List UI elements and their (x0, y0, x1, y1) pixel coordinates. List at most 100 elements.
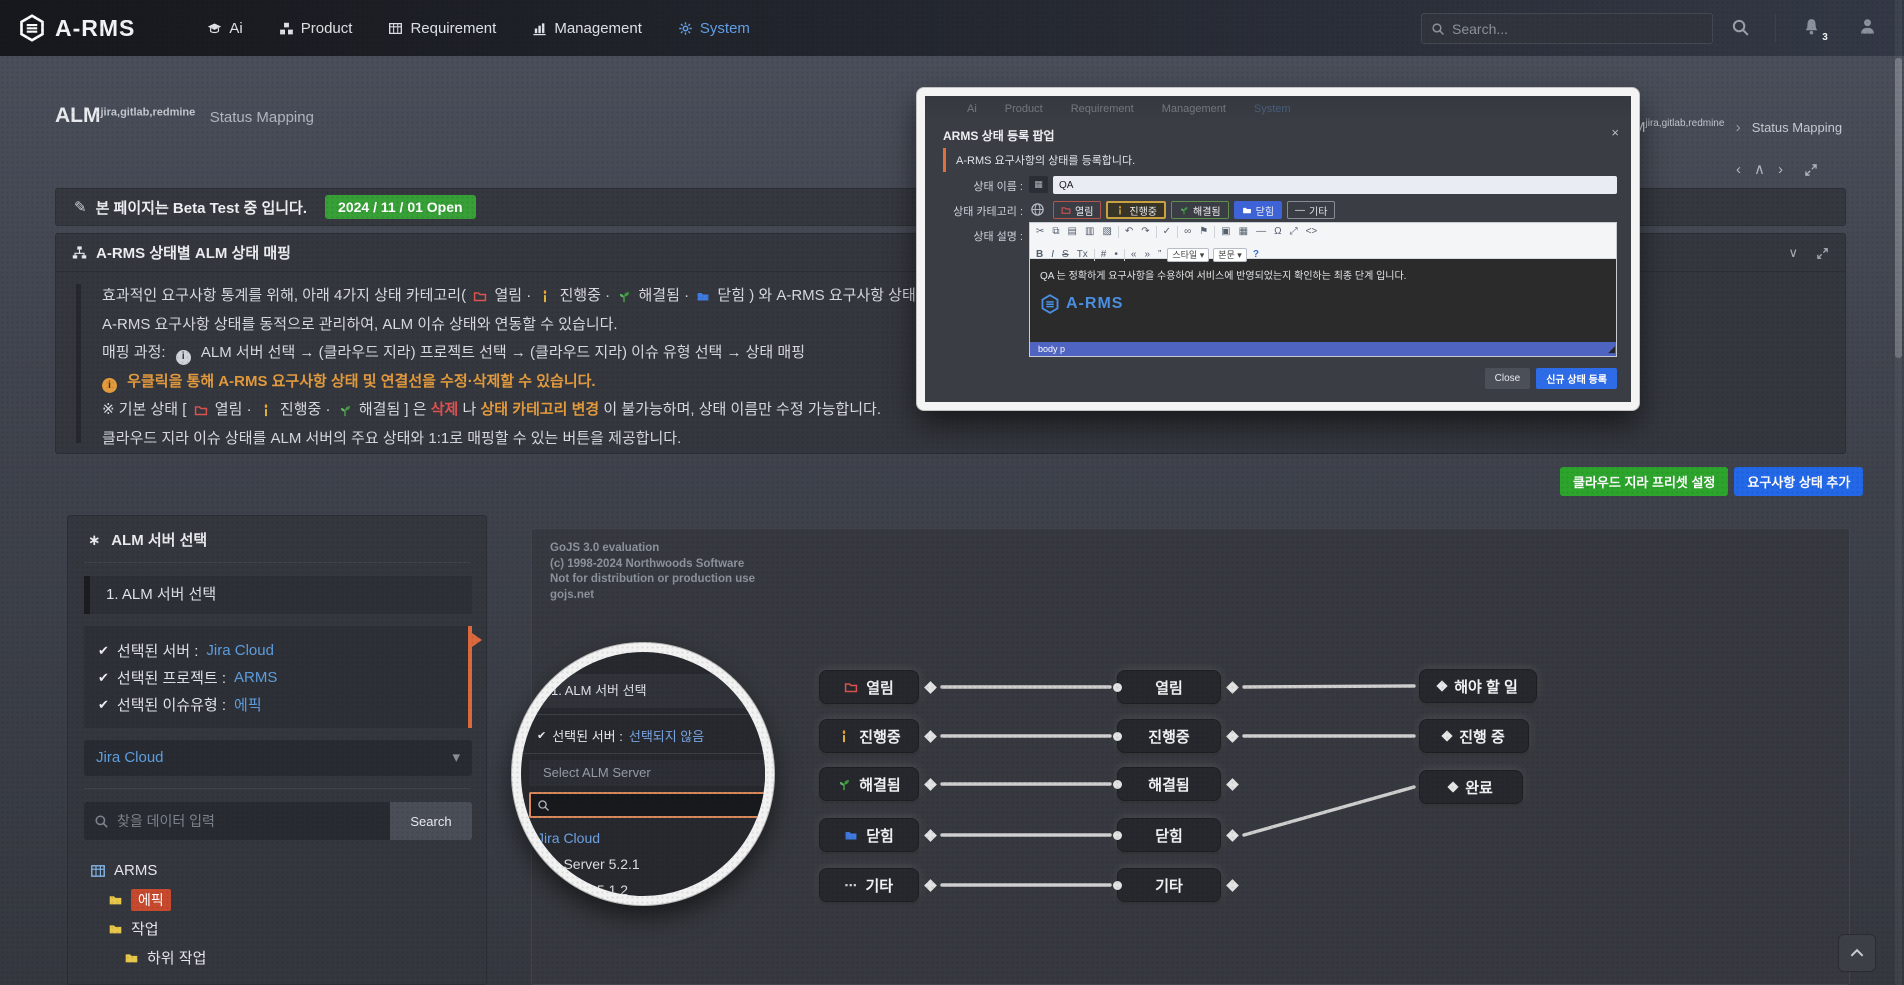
server-dropdown[interactable]: Jira Cloud ▾ (84, 740, 472, 776)
toolbar-separator (1177, 226, 1178, 238)
paste-text-icon[interactable]: ▥ (1083, 224, 1096, 239)
node-alm-etc[interactable]: ▪▪▪ 기타 (819, 868, 919, 902)
page-scrollbar[interactable] (1895, 0, 1902, 985)
node-jira-todo[interactable]: 해야 할 일 (1419, 669, 1537, 703)
image-icon[interactable]: ▣ (1219, 224, 1232, 239)
scroll-top-button[interactable] (1838, 934, 1876, 972)
option-jira-server[interactable]: Jira Server 5.2.1 (537, 856, 640, 872)
copy-icon[interactable]: ⧉ (1050, 224, 1061, 239)
spellcheck-icon[interactable]: ✓ (1161, 224, 1173, 239)
menu-item-system[interactable]: System (678, 20, 750, 37)
node-alm-open[interactable]: 열림 (819, 670, 919, 704)
port-circle[interactable] (1113, 732, 1122, 741)
chevron-down-icon: ▾ (452, 740, 460, 776)
beta-text: 본 페이지는 Beta Test 중 입니다. (96, 197, 307, 218)
brand-logo[interactable]: A-RMS (18, 14, 135, 42)
paste-word-icon[interactable]: ▧ (1100, 224, 1113, 239)
server-filter-input[interactable] (529, 792, 765, 818)
close-button[interactable]: Close (1485, 368, 1531, 389)
option-redmine[interactable]: Redmine 5.1.2 (537, 882, 628, 896)
collapse-icon[interactable]: ∧ (1754, 160, 1765, 178)
editor-toolbar: ✂ ⧉ ▤ ▥ ▧ ↶ ↷ ✓ ∞ ⚑ ▣ ▦ ― (1030, 223, 1616, 259)
info-circle-icon: i (102, 378, 117, 393)
ghost-menu-label: System (1254, 103, 1291, 115)
resize-handle-icon[interactable]: ◢ (1608, 342, 1615, 356)
category-label: 열림 (1075, 203, 1093, 218)
close-icon[interactable]: × (1611, 125, 1619, 140)
menu-item-product[interactable]: Product (279, 20, 353, 37)
node-jira-inprogress[interactable]: 진행 중 (1419, 719, 1529, 753)
category-inprogress-button[interactable]: 진행중 (1106, 201, 1166, 219)
node-label: 기타 (865, 875, 893, 896)
add-status-button[interactable]: 요구사항 상태 추가 (1734, 467, 1863, 496)
menu-item-ai[interactable]: Ai (207, 20, 242, 37)
menu-item-requirement[interactable]: Requirement (388, 20, 496, 37)
prev-icon[interactable]: ‹ (1736, 161, 1741, 178)
link-icon[interactable]: ∞ (1182, 224, 1193, 239)
node-arms-etc[interactable]: 기타 (1117, 868, 1221, 902)
dot-sep: · (247, 401, 252, 418)
node-arms-open[interactable]: 열림 (1117, 670, 1221, 704)
category-label: 닫힘 (1256, 203, 1274, 218)
grid-icon[interactable]: ▦ (1029, 176, 1048, 193)
port-circle[interactable] (1113, 881, 1122, 890)
maximize-icon[interactable]: ⤢ (1288, 224, 1300, 239)
cut-icon[interactable]: ✂ (1034, 224, 1046, 239)
tree-search-input[interactable] (117, 813, 380, 829)
source-icon[interactable]: <> (1304, 224, 1320, 239)
register-status-button[interactable]: 신규 상태 등록 (1536, 368, 1617, 389)
node-alm-closed[interactable]: 닫힘 (819, 818, 919, 852)
node-alm-resolved[interactable]: 해결됨 (819, 767, 919, 801)
jira-preset-button[interactable]: 클라우드 지라 프리셋 설정 (1560, 467, 1728, 496)
category-etc-button[interactable]: ― 기타 (1287, 201, 1335, 219)
expand-icon[interactable] (1804, 161, 1818, 178)
notifications-bell-icon[interactable] (1802, 17, 1821, 36)
folder-icon (124, 950, 139, 965)
category-resolved-button[interactable]: 해결됨 (1171, 201, 1229, 219)
tree-item-task[interactable]: 작업 (108, 914, 206, 943)
port-circle[interactable] (1113, 780, 1122, 789)
panel-collapse-icon[interactable]: ∨ (1788, 245, 1798, 261)
node-arms-inprogress[interactable]: 진행중 (1117, 719, 1221, 753)
port-circle[interactable] (1113, 831, 1122, 840)
tree-item-epic[interactable]: 에픽 (108, 885, 206, 914)
special-char-icon[interactable]: Ω (1272, 224, 1283, 239)
status-name-input[interactable] (1053, 176, 1617, 194)
top-nav: A-RMS Ai Product Requirement Management … (0, 0, 1904, 56)
undo-icon[interactable]: ↶ (1123, 224, 1135, 239)
menu-item-management[interactable]: Management (532, 20, 642, 37)
scrollbar-thumb[interactable] (1895, 58, 1902, 358)
horizontal-rule-icon[interactable]: ― (1254, 224, 1268, 239)
user-profile-icon[interactable] (1858, 17, 1877, 36)
port-circle[interactable] (1113, 683, 1122, 692)
search-submit-icon[interactable] (1731, 18, 1750, 37)
menu-label: Product (301, 20, 353, 37)
node-arms-resolved[interactable]: 해결됨 (1117, 767, 1221, 801)
panel-expand-icon[interactable] (1816, 245, 1829, 260)
globe-icon[interactable] (1030, 202, 1045, 217)
next-icon[interactable]: › (1778, 161, 1783, 178)
arms-logo: A-RMS (1040, 294, 1606, 314)
cat-resolved-label: 해결됨 (638, 287, 679, 304)
category-open-button[interactable]: 열림 (1053, 201, 1101, 219)
category-label: 진행중 (1129, 203, 1157, 218)
paste-icon[interactable]: ▤ (1066, 224, 1079, 239)
alm-server-select[interactable]: Select ALM Server (529, 760, 765, 786)
editor-element-path[interactable]: body p ◢ (1030, 342, 1616, 356)
insert-table-icon[interactable]: ▦ (1237, 224, 1250, 239)
node-jira-done[interactable]: 완료 (1419, 770, 1523, 804)
orange-arrow-icon (472, 633, 482, 647)
tree-item-subtask[interactable]: 하위 작업 (124, 943, 206, 972)
global-search-input[interactable] (1452, 21, 1703, 37)
editor-content[interactable]: QA 는 정확하게 요구사항을 수용하여 서비스에 반영되었는지 확인하는 최종… (1030, 260, 1616, 342)
tree-root-arms[interactable]: ARMS (90, 856, 206, 885)
tree-search-button[interactable]: Search (390, 802, 472, 840)
redo-icon[interactable]: ↷ (1139, 224, 1151, 239)
anchor-icon[interactable]: ⚑ (1197, 224, 1210, 239)
category-closed-button[interactable]: 닫힘 (1234, 201, 1282, 219)
option-jira-cloud[interactable]: Jira Cloud (537, 830, 600, 846)
tree-label-selected: 에픽 (131, 889, 171, 911)
node-alm-inprogress[interactable]: 진행중 (819, 719, 919, 753)
node-label: 기타 (1155, 875, 1183, 896)
node-arms-closed[interactable]: 닫힘 (1117, 818, 1221, 852)
